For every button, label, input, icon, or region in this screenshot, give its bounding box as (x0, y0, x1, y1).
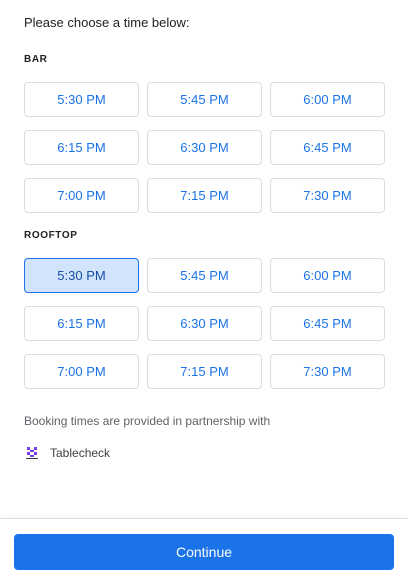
footer-bar: Continue (0, 518, 408, 583)
time-slot-bar-1[interactable]: 5:45 PM (147, 82, 262, 117)
time-slot-bar-4[interactable]: 6:30 PM (147, 130, 262, 165)
time-slot-bar-8[interactable]: 7:30 PM (270, 178, 385, 213)
time-slot-bar-3[interactable]: 6:15 PM (24, 130, 139, 165)
time-slot-bar-2[interactable]: 6:00 PM (270, 82, 385, 117)
time-slot-rooftop-3[interactable]: 6:15 PM (24, 306, 139, 341)
time-slot-rooftop-5[interactable]: 6:45 PM (270, 306, 385, 341)
time-slot-rooftop-7[interactable]: 7:15 PM (147, 354, 262, 389)
time-slot-rooftop-0[interactable]: 5:30 PM (24, 258, 139, 293)
tablecheck-logo-icon (24, 445, 40, 461)
continue-button[interactable]: Continue (14, 534, 394, 570)
time-slot-bar-5[interactable]: 6:45 PM (270, 130, 385, 165)
rooftop-time-grid: 5:30 PM 5:45 PM 6:00 PM 6:15 PM 6:30 PM … (24, 258, 385, 389)
section-label-rooftop: ROOFTOP (24, 230, 78, 241)
section-label-bar: BAR (24, 54, 48, 65)
time-slot-bar-7[interactable]: 7:15 PM (147, 178, 262, 213)
time-slot-rooftop-1[interactable]: 5:45 PM (147, 258, 262, 293)
partner-name: Tablecheck (50, 446, 111, 460)
partner-text: Booking times are provided in partnershi… (24, 414, 271, 428)
time-slot-rooftop-6[interactable]: 7:00 PM (24, 354, 139, 389)
time-slot-rooftop-2[interactable]: 6:00 PM (270, 258, 385, 293)
bar-time-grid: 5:30 PM 5:45 PM 6:00 PM 6:15 PM 6:30 PM … (24, 82, 385, 213)
time-slot-bar-0[interactable]: 5:30 PM (24, 82, 139, 117)
partner-link[interactable]: Tablecheck (24, 445, 110, 461)
prompt-text: Please choose a time below: (24, 15, 190, 30)
time-slot-bar-6[interactable]: 7:00 PM (24, 178, 139, 213)
time-picker-page: Please choose a time below: BAR 5:30 PM … (0, 0, 408, 583)
time-slot-rooftop-4[interactable]: 6:30 PM (147, 306, 262, 341)
time-slot-rooftop-8[interactable]: 7:30 PM (270, 354, 385, 389)
